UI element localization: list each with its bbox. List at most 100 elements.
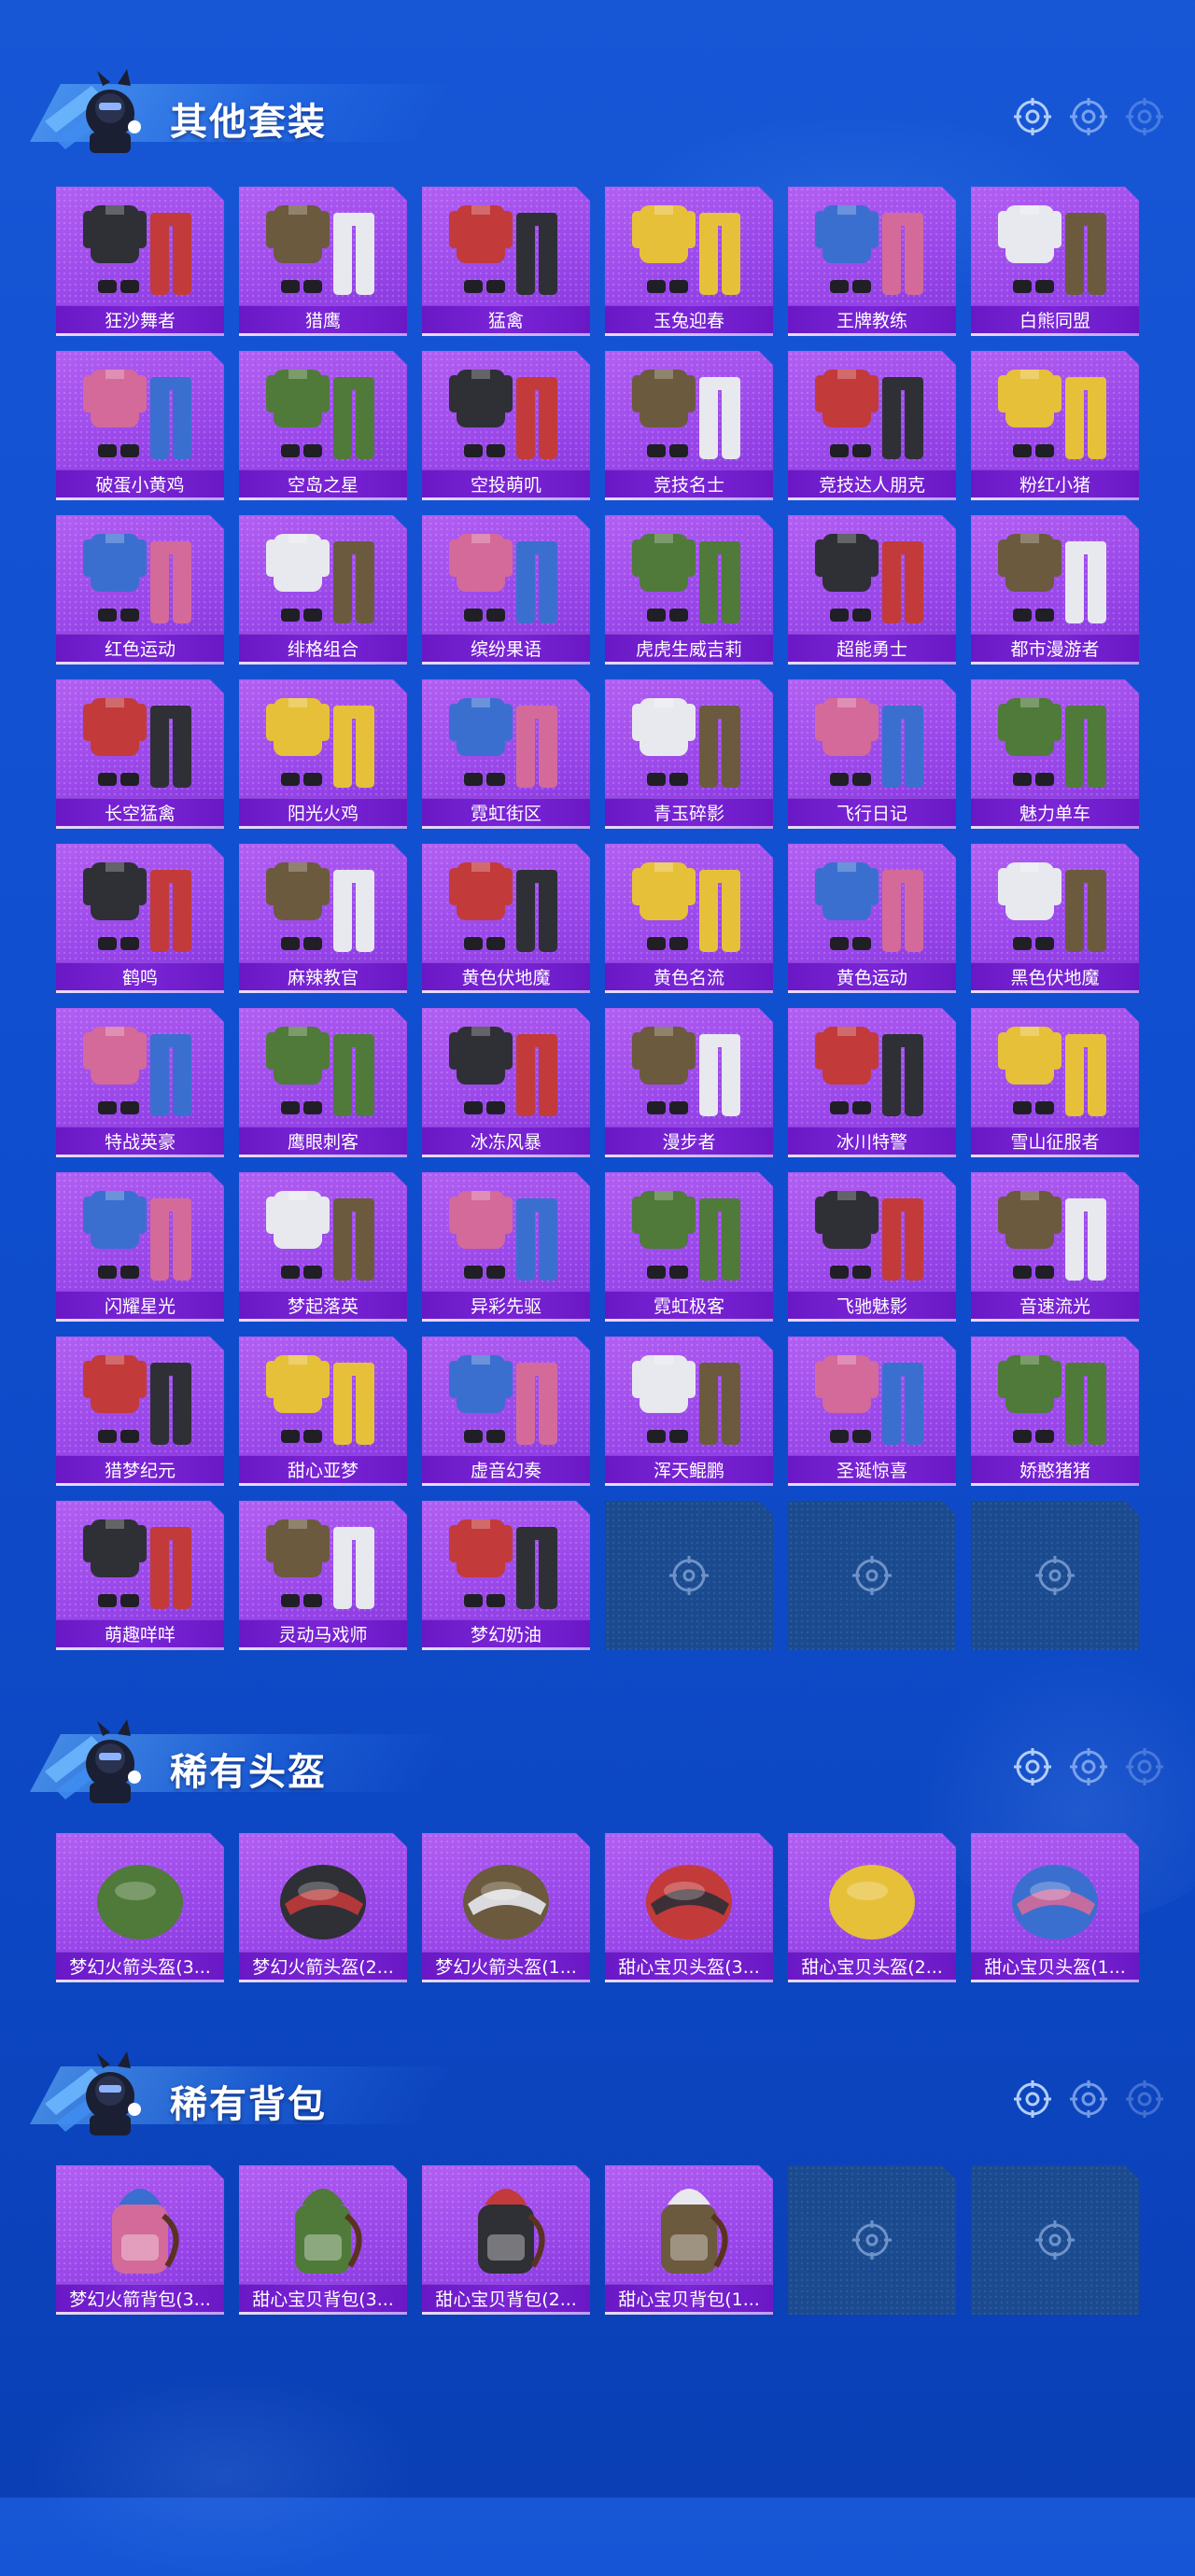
outfit-icon — [998, 370, 1106, 459]
label-stripe — [239, 2312, 407, 2315]
item-card[interactable]: 娇憨猪猪 — [971, 1337, 1139, 1486]
item-card[interactable]: 虎虎生威吉莉 — [605, 515, 773, 665]
item-card[interactable]: 粉红小猪 — [971, 351, 1139, 500]
item-card[interactable]: 冰川特警 — [788, 1008, 956, 1157]
item-card[interactable]: 狂沙舞者 — [56, 187, 224, 336]
item-card[interactable]: 猎梦纪元 — [56, 1337, 224, 1486]
item-card[interactable]: 霓虹极客 — [605, 1172, 773, 1322]
item-label: 玉兔迎春 — [605, 305, 773, 336]
item-label: 黄色运动 — [788, 962, 956, 993]
item-card[interactable]: 竞技名士 — [605, 351, 773, 500]
item-label: 白熊同盟 — [971, 305, 1139, 336]
item-card[interactable]: 冰冻风暴 — [422, 1008, 590, 1157]
item-card[interactable]: 甜心宝贝头盔(2... — [788, 1833, 956, 1982]
label-stripe — [56, 1647, 224, 1650]
section-title: 稀有背包 — [170, 2083, 327, 2126]
item-card[interactable]: 长空猛禽 — [56, 679, 224, 829]
item-card[interactable]: 萌趣咩咩 — [56, 1501, 224, 1650]
item-card[interactable]: 梦幻火箭头盔(3... — [56, 1833, 224, 1982]
item-label: 梦幻奶油 — [422, 1619, 590, 1650]
item-label: 鹤鸣 — [56, 962, 224, 993]
item-card[interactable]: 空岛之星 — [239, 351, 407, 500]
item-label: 冰冻风暴 — [422, 1127, 590, 1157]
item-card[interactable]: 漫步者 — [605, 1008, 773, 1157]
item-card[interactable]: 王牌教练 — [788, 187, 956, 336]
item-card[interactable]: 都市漫游者 — [971, 515, 1139, 665]
section-header: 其他套装 — [0, 58, 1195, 161]
item-card[interactable]: 猛禽 — [422, 187, 590, 336]
item-card[interactable]: 音速流光 — [971, 1172, 1139, 1322]
item-card[interactable]: 虚音幻奏 — [422, 1337, 590, 1486]
label-stripe — [971, 333, 1139, 336]
item-grid: 梦幻火箭头盔(3... 梦幻火箭头盔(2... 梦幻火箭头盔(1... 甜心宝贝头盔(… — [56, 1833, 1140, 1982]
item-card[interactable]: 甜心宝贝背包(2... — [422, 2165, 590, 2315]
item-card[interactable]: 鹰眼刺客 — [239, 1008, 407, 1157]
outfit-icon — [815, 370, 923, 459]
item-card[interactable]: 黄色伏地魔 — [422, 844, 590, 993]
item-card[interactable]: 飞行日记 — [788, 679, 956, 829]
item-label: 甜心亚梦 — [239, 1455, 407, 1486]
item-card[interactable]: 鹤鸣 — [56, 844, 224, 993]
crosshair-icon — [1035, 2220, 1075, 2260]
item-card[interactable]: 浑天鲲鹏 — [605, 1337, 773, 1486]
label-stripe — [239, 1319, 407, 1322]
label-stripe — [239, 1155, 407, 1157]
item-card[interactable]: 梦起落英 — [239, 1172, 407, 1322]
outfit-icon — [632, 1191, 740, 1281]
outfit-icon — [998, 1027, 1106, 1116]
label-stripe — [971, 1319, 1139, 1322]
outfit-icon — [266, 1355, 374, 1445]
item-card[interactable]: 雪山征服者 — [971, 1008, 1139, 1157]
item-card[interactable]: 梦幻火箭头盔(1... — [422, 1833, 590, 1982]
item-card[interactable]: 超能勇士 — [788, 515, 956, 665]
outfit-icon — [632, 534, 740, 623]
item-card[interactable]: 甜心宝贝背包(1... — [605, 2165, 773, 2315]
item-label: 红色运动 — [56, 634, 224, 665]
item-card[interactable]: 阳光火鸡 — [239, 679, 407, 829]
item-card[interactable]: 黄色运动 — [788, 844, 956, 993]
item-card[interactable]: 梦幻奶油 — [422, 1501, 590, 1650]
item-card[interactable]: 特战英豪 — [56, 1008, 224, 1157]
item-card[interactable]: 破蛋小黄鸡 — [56, 351, 224, 500]
item-card[interactable]: 霓虹街区 — [422, 679, 590, 829]
label-stripe — [56, 497, 224, 500]
backpack-icon — [295, 2189, 362, 2274]
item-card[interactable]: 飞驰魅影 — [788, 1172, 956, 1322]
item-card[interactable]: 甜心亚梦 — [239, 1337, 407, 1486]
item-card[interactable]: 黑色伏地魔 — [971, 844, 1139, 993]
item-card[interactable]: 玉兔迎春 — [605, 187, 773, 336]
label-stripe — [605, 1980, 773, 1982]
item-card[interactable]: 黄色名流 — [605, 844, 773, 993]
item-card[interactable]: 绯格组合 — [239, 515, 407, 665]
item-card[interactable]: 青玉碎影 — [605, 679, 773, 829]
item-card[interactable]: 甜心宝贝背包(3... — [239, 2165, 407, 2315]
item-card[interactable]: 白熊同盟 — [971, 187, 1139, 336]
item-card[interactable]: 灵动马戏师 — [239, 1501, 407, 1650]
item-label: 浑天鲲鹏 — [605, 1455, 773, 1486]
item-card[interactable]: 竞技达人朋克 — [788, 351, 956, 500]
item-card[interactable]: 空投萌叽 — [422, 351, 590, 500]
item-card[interactable]: 缤纷果语 — [422, 515, 590, 665]
item-label: 黄色名流 — [605, 962, 773, 993]
item-card[interactable]: 梦幻火箭头盔(2... — [239, 1833, 407, 1982]
item-card[interactable]: 甜心宝贝头盔(3... — [605, 1833, 773, 1982]
item-label: 音速流光 — [971, 1291, 1139, 1322]
outfit-icon — [815, 1027, 923, 1116]
item-label: 飞驰魅影 — [788, 1291, 956, 1322]
item-label: 都市漫游者 — [971, 634, 1139, 665]
item-card[interactable]: 异彩先驱 — [422, 1172, 590, 1322]
item-card[interactable]: 麻辣教官 — [239, 844, 407, 993]
item-card[interactable]: 猎鹰 — [239, 187, 407, 336]
label-stripe — [56, 333, 224, 336]
item-label: 猎鹰 — [239, 305, 407, 336]
item-card[interactable]: 魅力单车 — [971, 679, 1139, 829]
item-card[interactable]: 梦幻火箭背包(3... — [56, 2165, 224, 2315]
label-stripe — [788, 1980, 956, 1982]
item-card[interactable]: 闪耀星光 — [56, 1172, 224, 1322]
item-card[interactable]: 红色运动 — [56, 515, 224, 665]
item-card[interactable]: 圣诞惊喜 — [788, 1337, 956, 1486]
item-label: 缤纷果语 — [422, 634, 590, 665]
item-card[interactable]: 甜心宝贝头盔(1... — [971, 1833, 1139, 1982]
item-label: 甜心宝贝背包(3... — [239, 2284, 407, 2315]
label-stripe — [422, 497, 590, 500]
